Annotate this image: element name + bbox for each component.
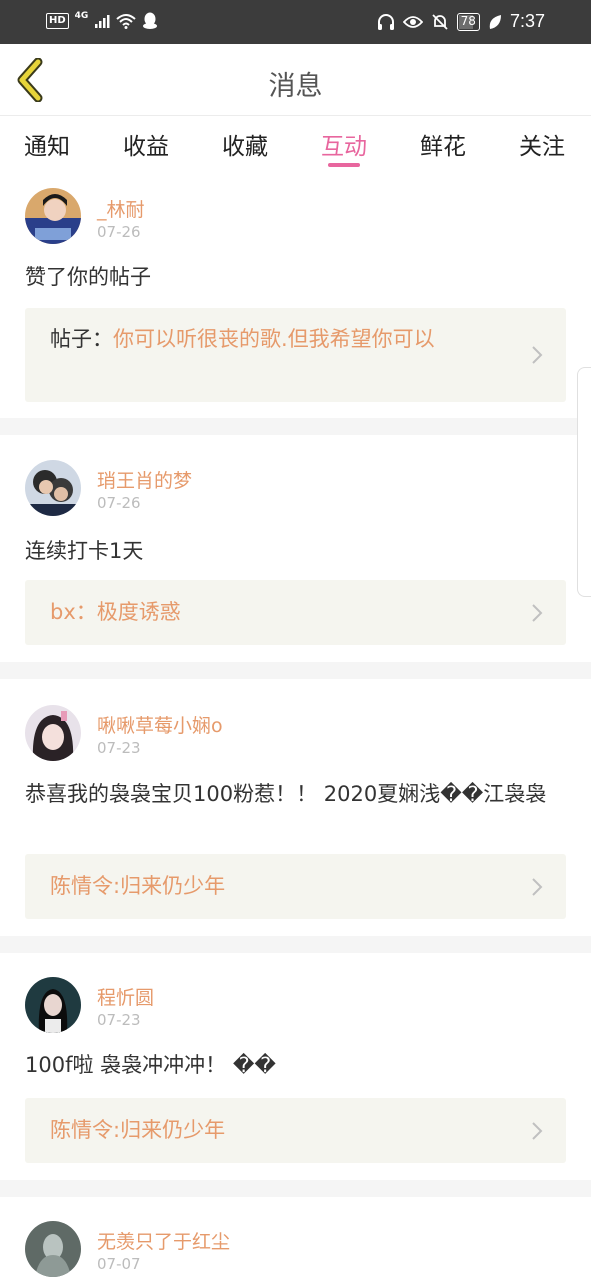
wifi-icon bbox=[116, 14, 136, 29]
tab-earnings[interactable]: 收益 bbox=[123, 127, 169, 161]
list-item: _林耐 07-26 赞了你的帖子 帖子：你可以听很丧的歌.但我希望你可以 bbox=[0, 173, 591, 418]
list-item: 啾啾草莓小娴o 07-23 恭喜我的袅袅宝贝100粉惹！！ 2020夏娴浅��江… bbox=[0, 679, 591, 936]
avatar[interactable] bbox=[25, 460, 81, 516]
avatar-photo-icon bbox=[25, 460, 81, 516]
ref-title: 陈情令:归来仍少年 bbox=[50, 1118, 226, 1142]
avatar[interactable] bbox=[25, 977, 81, 1033]
divider bbox=[0, 662, 591, 679]
page-title: 消息 bbox=[268, 71, 323, 102]
interaction-message: 赞了你的帖子 bbox=[25, 265, 151, 289]
active-tab-indicator bbox=[328, 163, 360, 167]
referenced-post[interactable]: 帖子：你可以听很丧的歌.但我希望你可以 bbox=[25, 308, 566, 402]
avatar-photo-icon bbox=[25, 705, 81, 761]
status-right: 78 7:37 bbox=[377, 11, 545, 32]
list-item: 琑王肖的梦 07-26 连续打卡1天 bx：极度诱惑 bbox=[0, 435, 591, 662]
divider bbox=[0, 418, 591, 435]
tab-interactions[interactable]: 互动 bbox=[321, 127, 367, 161]
tab-notifications[interactable]: 通知 bbox=[24, 127, 70, 161]
eye-icon bbox=[402, 15, 423, 28]
signal-icon bbox=[95, 15, 110, 28]
clock: 7:37 bbox=[509, 11, 545, 31]
interaction-message: 100f啦 袅袅冲冲冲！ �� bbox=[25, 1053, 276, 1077]
list-item: 无羡只了于红尘 07-07 bbox=[0, 1197, 591, 1280]
status-bar: HD 4G 78 7:37 bbox=[0, 0, 591, 44]
list-item: 程忻圆 07-23 100f啦 袅袅冲冲冲！ �� 陈情令:归来仍少年 bbox=[0, 953, 591, 1180]
network-type: 4G bbox=[74, 11, 89, 21]
scroll-handle[interactable] bbox=[577, 367, 591, 597]
headphones-icon bbox=[377, 13, 394, 30]
tab-favorites[interactable]: 收藏 bbox=[222, 127, 268, 161]
interaction-message: 恭喜我的袅袅宝贝100粉惹！！ 2020夏娴浅��江袅袅 bbox=[25, 782, 547, 806]
mute-bell-icon bbox=[432, 13, 448, 30]
chevron-right-icon bbox=[532, 604, 543, 622]
post-date: 07-07 bbox=[97, 1255, 141, 1273]
avatar-photo-icon bbox=[25, 977, 81, 1033]
title-bar: 消息 bbox=[0, 44, 591, 116]
username[interactable]: _林耐 bbox=[97, 195, 145, 222]
avatar[interactable] bbox=[25, 188, 81, 244]
leaf-icon bbox=[489, 14, 501, 29]
post-date: 07-23 bbox=[97, 739, 141, 757]
ref-prefix: 帖子： bbox=[50, 327, 113, 351]
tab-following[interactable]: 关注 bbox=[519, 127, 565, 161]
ref-title: 你可以听很丧的歌.但我希望你可以 bbox=[113, 327, 435, 351]
avatar[interactable] bbox=[25, 1221, 81, 1277]
chevron-right-icon bbox=[532, 346, 543, 364]
referenced-post[interactable]: 陈情令:归来仍少年 bbox=[25, 854, 566, 919]
interaction-feed: _林耐 07-26 赞了你的帖子 帖子：你可以听很丧的歌.但我希望你可以 琑王肖… bbox=[0, 173, 591, 1280]
tab-flowers[interactable]: 鲜花 bbox=[420, 127, 466, 161]
qq-icon bbox=[143, 12, 158, 29]
interaction-message: 连续打卡1天 bbox=[25, 539, 144, 563]
ref-title: bx：极度诱惑 bbox=[50, 600, 181, 624]
status-left: HD 4G bbox=[46, 11, 158, 30]
post-date: 07-23 bbox=[97, 1011, 141, 1029]
chevron-right-icon bbox=[532, 878, 543, 896]
username[interactable]: 无羡只了于红尘 bbox=[97, 1227, 230, 1254]
hd-badge: HD bbox=[46, 13, 69, 29]
ref-title: 陈情令:归来仍少年 bbox=[50, 874, 226, 898]
username[interactable]: 琑王肖的梦 bbox=[97, 466, 192, 493]
avatar[interactable] bbox=[25, 705, 81, 761]
post-date: 07-26 bbox=[97, 494, 141, 512]
referenced-post[interactable]: 陈情令:归来仍少年 bbox=[25, 1098, 566, 1163]
referenced-post[interactable]: bx：极度诱惑 bbox=[25, 580, 566, 645]
post-date: 07-26 bbox=[97, 223, 141, 241]
avatar-photo-icon bbox=[25, 188, 81, 244]
username[interactable]: 程忻圆 bbox=[97, 983, 154, 1010]
battery-indicator: 78 bbox=[456, 12, 480, 31]
divider bbox=[0, 936, 591, 953]
avatar-photo-icon bbox=[25, 1221, 81, 1277]
username[interactable]: 啾啾草莓小娴o bbox=[97, 711, 223, 738]
divider bbox=[0, 1180, 591, 1197]
referenced-post-text: 帖子：你可以听很丧的歌.但我希望你可以 bbox=[50, 323, 450, 355]
tab-bar: 通知 收益 收藏 互动 鲜花 关注 bbox=[0, 117, 591, 173]
chevron-right-icon bbox=[532, 1122, 543, 1140]
